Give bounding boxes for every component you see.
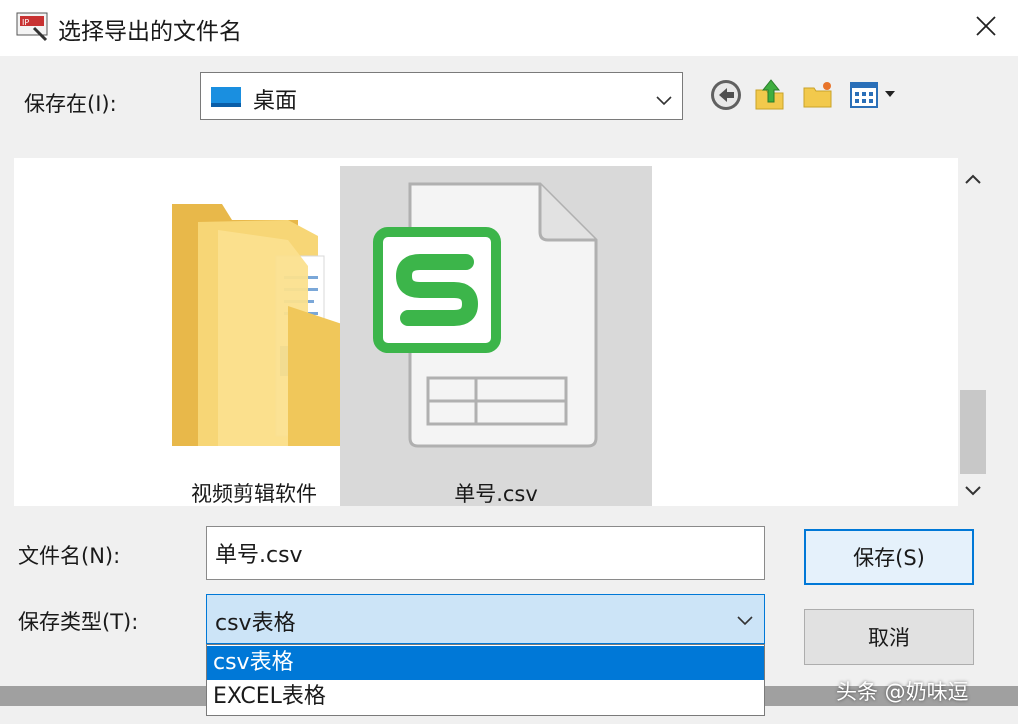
view-menu-button[interactable]	[848, 77, 902, 113]
filename-input[interactable]: 单号.csv	[206, 526, 765, 580]
file-item-csv[interactable]: 单号.csv	[340, 166, 652, 506]
up-folder-button[interactable]	[752, 77, 788, 113]
save-in-label: 保存在(I):	[24, 92, 117, 116]
view-menu-icon	[850, 82, 895, 108]
cancel-button[interactable]: 取消	[804, 609, 974, 665]
close-button[interactable]	[960, 4, 1012, 48]
file-name: 单号.csv	[454, 482, 538, 506]
new-folder-icon	[803, 82, 832, 108]
desktop-icon	[211, 87, 241, 107]
back-icon	[711, 80, 741, 110]
location-dropdown[interactable]: 桌面	[200, 72, 683, 120]
file-type-dropdown-list[interactable]: csv表格 EXCEL表格	[206, 644, 765, 716]
chevron-down-icon	[656, 91, 672, 110]
svg-text:IP: IP	[22, 18, 29, 27]
scroll-down-button[interactable]	[958, 478, 988, 504]
window-title: 选择导出的文件名	[58, 19, 242, 45]
chevron-down-icon	[737, 611, 753, 630]
file-list[interactable]: 视频剪辑软件 单号.csv	[14, 158, 958, 506]
status-strip	[0, 686, 206, 706]
chevron-up-icon	[965, 174, 981, 184]
back-button[interactable]	[708, 77, 744, 113]
chevron-down-icon	[965, 486, 981, 496]
scroll-up-button[interactable]	[958, 166, 988, 192]
app-logo-icon: IP	[16, 10, 48, 42]
save-button[interactable]: 保存(S)	[804, 529, 974, 585]
new-folder-button[interactable]	[800, 77, 836, 113]
watermark: 头条 @奶味逗	[836, 680, 969, 704]
scroll-thumb[interactable]	[960, 390, 986, 474]
close-icon	[976, 16, 996, 36]
file-type-label: 保存类型(T):	[18, 610, 139, 634]
file-type-option[interactable]: EXCEL表格	[207, 680, 764, 714]
title-bar: IP 选择导出的文件名	[0, 0, 1018, 56]
folder-icon	[168, 196, 358, 460]
file-type-option[interactable]: csv表格	[207, 646, 764, 680]
file-type-value: csv表格	[215, 611, 296, 636]
spreadsheet-file-icon	[370, 180, 600, 454]
filename-label: 文件名(N):	[18, 544, 121, 568]
file-type-select[interactable]: csv表格	[206, 594, 765, 644]
location-value: 桌面	[253, 89, 298, 114]
up-folder-icon	[755, 79, 784, 110]
vertical-scrollbar[interactable]	[958, 158, 988, 506]
